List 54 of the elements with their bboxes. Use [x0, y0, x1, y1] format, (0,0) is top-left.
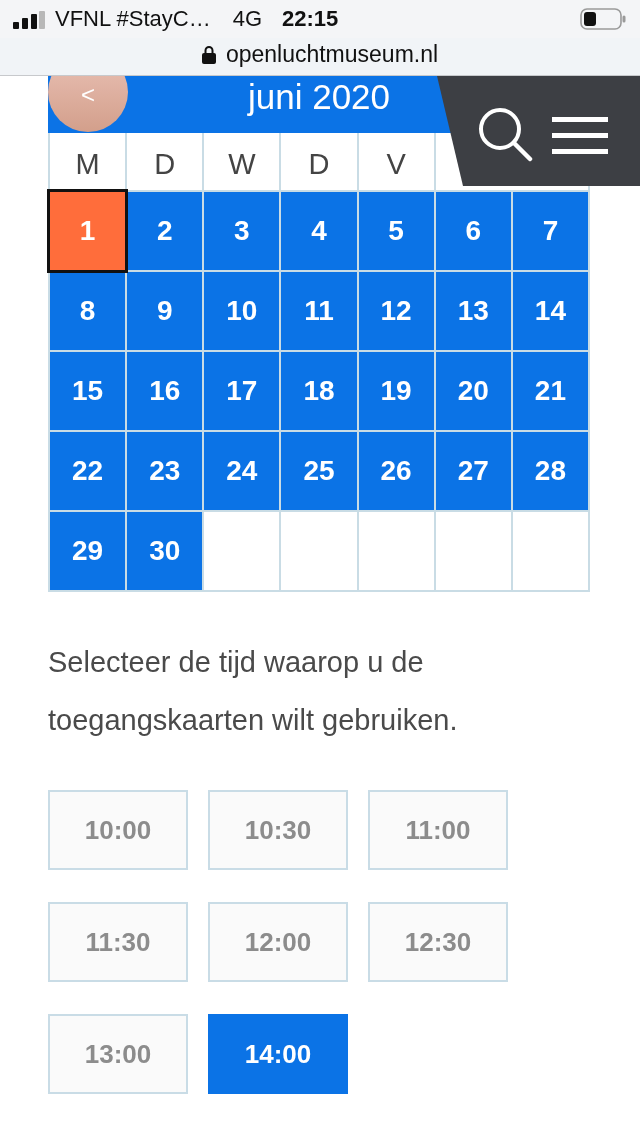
time-slot-button[interactable]: 13:00 [48, 1014, 188, 1094]
day-cell[interactable]: 17 [204, 352, 280, 430]
day-cell[interactable]: 14 [512, 272, 588, 350]
url-text[interactable]: openluchtmuseum.nl [225, 41, 439, 68]
menu-icon[interactable] [552, 117, 608, 154]
day-cell[interactable]: 7 [512, 192, 588, 270]
day-cell[interactable]: 23 [127, 432, 203, 510]
time-slot-button[interactable]: 10:00 [48, 790, 188, 870]
day-cell[interactable]: 30 [127, 512, 203, 590]
day-cell[interactable]: 13 [435, 272, 511, 350]
day-cell[interactable]: 26 [358, 432, 434, 510]
time-slot-button[interactable]: 11:30 [48, 902, 188, 982]
day-cell[interactable]: 8 [50, 272, 126, 350]
time-slot-button[interactable]: 12:00 [208, 902, 348, 982]
day-cell[interactable]: 4 [281, 192, 357, 270]
lock-icon [201, 45, 216, 64]
day-cell[interactable]: 29 [50, 512, 126, 590]
day-cell[interactable]: 22 [50, 432, 126, 510]
day-cell[interactable]: 6 [435, 192, 511, 270]
time-slot-button[interactable]: 10:30 [208, 790, 348, 870]
month-title: juni 2020 [247, 76, 391, 118]
time-slot-button[interactable]: 14:00 [208, 1014, 348, 1094]
network-type: 4G [232, 6, 263, 32]
day-cell[interactable]: 2 [127, 192, 203, 270]
search-icon[interactable] [478, 107, 533, 162]
day-cell[interactable]: 15 [50, 352, 126, 430]
day-cell[interactable]: 21 [512, 352, 588, 430]
day-cell[interactable]: 20 [435, 352, 511, 430]
weekday-label: W [204, 133, 280, 190]
day-cell[interactable]: 19 [358, 352, 434, 430]
day-cell[interactable]: 25 [281, 432, 357, 510]
day-cell[interactable]: 11 [281, 272, 357, 350]
carrier-name: VFNL #StayC… [55, 6, 211, 32]
time-slot-button[interactable]: 11:00 [368, 790, 508, 870]
signal-icon [13, 11, 45, 29]
day-cell[interactable]: 28 [512, 432, 588, 510]
time-slot-button[interactable]: 12:30 [368, 902, 508, 982]
day-cell[interactable]: 1 [47, 189, 129, 273]
day-cell[interactable]: 18 [281, 352, 357, 430]
day-cell[interactable]: 5 [358, 192, 434, 270]
day-cell[interactable]: 16 [127, 352, 203, 430]
weekday-label: D [127, 133, 203, 190]
weekday-label: V [358, 133, 434, 190]
day-cell[interactable]: 3 [204, 192, 280, 270]
day-cell[interactable]: 10 [204, 272, 280, 350]
day-cell[interactable]: 27 [435, 432, 511, 510]
day-cell[interactable]: 12 [358, 272, 434, 350]
weekday-label: M [50, 133, 126, 190]
weekday-label: D [281, 133, 357, 190]
instruction-text: Selecteer de tijd waarop u de toegangskaarten wilt gebruiken. [48, 645, 459, 738]
clock-time: 22:15 [282, 6, 339, 32]
day-cell[interactable]: 9 [127, 272, 203, 350]
day-cell[interactable]: 24 [204, 432, 280, 510]
battery-icon [580, 8, 626, 30]
